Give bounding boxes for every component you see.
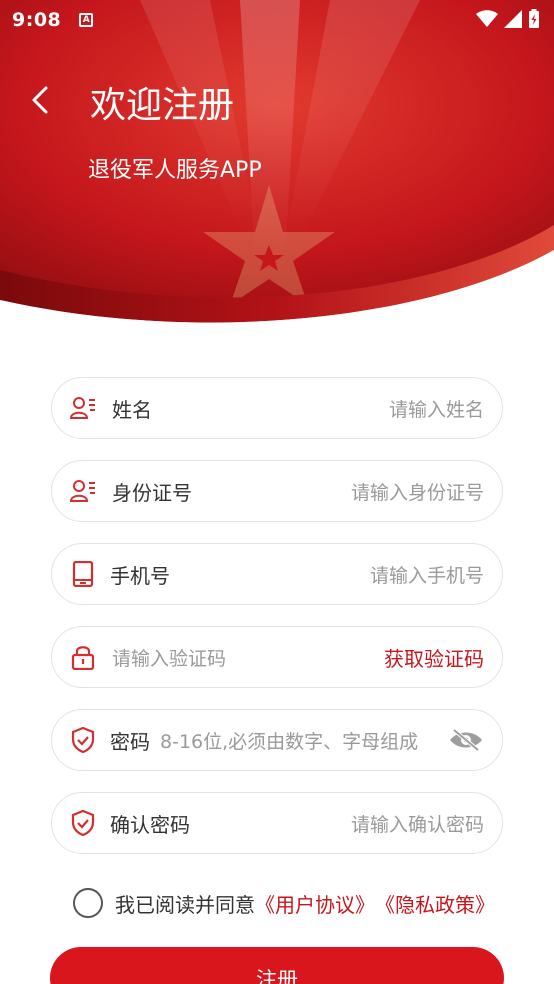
agreement-text: 我已阅读并同意 (115, 892, 255, 917)
register-button[interactable]: 注册 (50, 947, 504, 984)
chevron-left-icon (32, 86, 48, 114)
status-bar: 9:08 A (0, 0, 554, 40)
back-button[interactable] (22, 80, 58, 120)
confirm-password-field[interactable]: 确认密码 请输入确认密码 (51, 792, 503, 854)
id-number-placeholder: 请输入身份证号 (350, 481, 484, 504)
signal-icon (504, 10, 522, 28)
name-field[interactable]: 姓名 请输入姓名 (51, 377, 503, 439)
page-title: 欢迎注册 (90, 85, 235, 126)
notification-icon: A (79, 13, 94, 27)
phone-placeholder: 请输入手机号 (369, 564, 484, 587)
agreement-row: 我已阅读并同意 《用户协议》 《隐私政策》 (73, 888, 495, 918)
banner-background (0, 0, 554, 331)
get-verify-code-button[interactable]: 获取验证码 (384, 643, 484, 672)
phone-label: 手机号 (110, 563, 170, 588)
user-card-icon (70, 478, 96, 504)
id-number-label: 身份证号 (112, 480, 192, 505)
status-time: 9:08 (12, 9, 62, 31)
confirm-password-label: 确认密码 (110, 812, 190, 837)
shield-icon (70, 810, 96, 836)
privacy-policy-link[interactable]: 《隐私政策》 (375, 889, 495, 918)
status-indicators (476, 9, 540, 29)
shield-icon (70, 727, 96, 753)
agreement-checkbox[interactable] (73, 888, 103, 918)
phone-icon (70, 561, 96, 587)
confirm-password-placeholder: 请输入确认密码 (350, 813, 484, 836)
password-label: 密码 (110, 729, 150, 754)
header-banner (0, 0, 554, 340)
password-placeholder: 8-16位,必须由数字、字母组成 (160, 730, 419, 753)
wifi-icon (476, 10, 498, 27)
hide-password-icon[interactable] (448, 727, 484, 753)
page-subtitle: 退役军人服务APP (88, 158, 262, 183)
verify-code-field[interactable]: 请输入验证码 获取验证码 (51, 626, 503, 688)
phone-field[interactable]: 手机号 请输入手机号 (51, 543, 503, 605)
user-card-icon (70, 395, 96, 421)
id-number-field[interactable]: 身份证号 请输入身份证号 (51, 460, 503, 522)
name-label: 姓名 (112, 397, 152, 422)
user-agreement-link[interactable]: 《用户协议》 (255, 889, 375, 918)
lock-icon (70, 644, 96, 670)
password-field[interactable]: 密码 8-16位,必须由数字、字母组成 (51, 709, 503, 771)
verify-code-placeholder: 请输入验证码 (112, 647, 227, 670)
battery-icon (529, 9, 539, 28)
name-placeholder: 请输入姓名 (388, 398, 484, 421)
